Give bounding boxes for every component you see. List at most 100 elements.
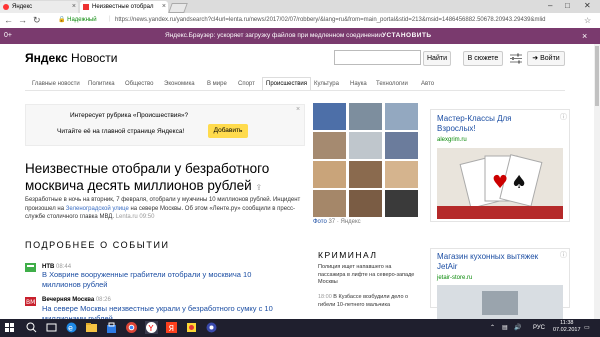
app-icon[interactable] (185, 321, 198, 334)
article-time: 09:50 (139, 214, 155, 220)
notifications-icon[interactable]: ▭ (584, 322, 590, 334)
tab-yandex[interactable]: Яндекс × (0, 1, 78, 13)
windows-start-icon[interactable] (3, 321, 16, 334)
task-view-icon[interactable] (45, 321, 58, 334)
news-photo[interactable] (349, 161, 382, 188)
promo-close-icon[interactable]: × (582, 28, 587, 44)
reload-icon[interactable]: ↻ (33, 14, 41, 27)
rubric-close-icon[interactable]: × (296, 106, 300, 113)
news-photo[interactable] (349, 103, 382, 130)
volume-icon[interactable]: 🔊 (514, 322, 521, 334)
nav-politics[interactable]: Политика (88, 80, 115, 88)
store-icon[interactable] (105, 321, 118, 334)
file-explorer-icon[interactable] (85, 321, 98, 334)
nav-culture[interactable]: Культура (314, 80, 339, 88)
yandex-browser-icon[interactable]: Y (145, 321, 158, 334)
yandex-icon[interactable]: Я (165, 321, 178, 334)
vm-logo-icon: ВМ (25, 297, 36, 306)
app-icon[interactable] (205, 321, 218, 334)
news-favicon-icon (83, 4, 89, 10)
nav-main[interactable]: Главные новости (32, 80, 80, 88)
back-arrow-icon[interactable]: ← (4, 14, 13, 27)
minimize-button[interactable]: – (548, 0, 552, 12)
nav-sport[interactable]: Спорт (238, 80, 255, 88)
news-photo[interactable] (385, 132, 418, 159)
ad-url[interactable]: jetair-store.ru (437, 275, 472, 281)
criminal-item[interactable]: Полиция ищет напавшего на пассажира в ли… (318, 264, 418, 287)
nav-auto[interactable]: Авто (421, 80, 434, 88)
news-photo[interactable] (313, 161, 346, 188)
find-button[interactable]: Найти (423, 51, 451, 66)
rubric-add-button[interactable]: Добавить (208, 124, 248, 138)
ad-title[interactable]: Мастер-Классы Для Взрослых! (437, 114, 552, 134)
news-photo[interactable] (349, 132, 382, 159)
nav-society[interactable]: Общество (125, 80, 154, 88)
criminal-heading: КРИМИНАЛ (318, 250, 378, 260)
nav-incidents[interactable]: Происшествия (262, 77, 312, 90)
tab-news[interactable]: Неизвестные отобрал × (80, 1, 168, 13)
yandex-favicon-icon (3, 4, 9, 10)
svg-text:e: e (68, 324, 73, 333)
ad-image[interactable] (437, 285, 563, 319)
rubric-title: Интересует рубрика «Происшествия»? (70, 112, 189, 119)
ad-image[interactable]: ♥ ♠ (437, 148, 563, 219)
network-icon[interactable]: ▤ (502, 322, 508, 334)
share-icon[interactable]: ⇪ (255, 183, 262, 192)
photo-collage[interactable] (313, 103, 418, 217)
search-icon[interactable] (25, 321, 38, 334)
language-indicator[interactable]: РУС (533, 322, 545, 334)
criminal-item[interactable]: 18:00 В Кузбассе возбудили дело о гибели… (318, 294, 418, 309)
news-photo[interactable] (313, 190, 346, 217)
tab-close-icon[interactable]: × (72, 1, 76, 13)
rubric-suggestion (25, 104, 305, 146)
news-photo[interactable] (385, 103, 418, 130)
maximize-button[interactable]: □ (565, 0, 570, 12)
tray-chevron-icon[interactable]: ⌃ (490, 322, 495, 334)
promo-text: Яндекс.Браузер: ускоряет загрузку файлов… (165, 32, 383, 39)
search-input[interactable] (334, 50, 421, 65)
svg-text:♥: ♥ (492, 172, 508, 193)
secure-lock-icon[interactable]: 🔒 Надежный (58, 16, 97, 25)
secure-label: Надежный (67, 17, 97, 23)
street-link[interactable]: Зеленоградской улице (66, 206, 129, 212)
news-photo[interactable] (385, 161, 418, 188)
login-label: Войти (540, 55, 560, 62)
news-photo[interactable] (349, 190, 382, 217)
clock-time: 11:38 (560, 320, 574, 326)
nav-tech[interactable]: Технологии (376, 80, 408, 88)
article-headline[interactable]: Неизвестные отобрали у безработного моск… (25, 160, 300, 196)
news-photo[interactable] (385, 190, 418, 217)
url-field[interactable]: https://news.yandex.ru/yandsearch?cl4url… (115, 16, 580, 25)
ad-info-icon[interactable]: ⓘ (560, 250, 567, 260)
url-separator: | (109, 16, 111, 22)
related-link[interactable]: В Ховрине вооруженные грабители отобрали… (42, 270, 292, 289)
logo-news: Новости (71, 51, 118, 65)
star-icon[interactable]: ☆ (584, 14, 591, 27)
settings-sliders-icon[interactable] (510, 53, 522, 64)
edge-icon[interactable]: e (65, 321, 78, 334)
promo-install-button[interactable]: УСТАНОВИТЬ (382, 28, 432, 44)
logo-yandex: Яндекс (25, 51, 68, 65)
tab-label: Неизвестные отобрал (92, 4, 154, 10)
login-button[interactable]: ➜ Войти (527, 51, 565, 66)
nav-world[interactable]: В мире (207, 80, 227, 88)
svg-text:♠: ♠ (511, 172, 527, 193)
close-window-button[interactable]: ✕ (584, 0, 591, 12)
clock[interactable]: 11:38 07.02.2017 (553, 320, 581, 334)
logo[interactable]: Яндекс Новости (25, 51, 117, 66)
chrome-icon[interactable] (125, 321, 138, 334)
related-source[interactable]: Вечерняя Москва 08:26 (42, 296, 111, 304)
article-source[interactable]: Lenta.ru (116, 214, 138, 220)
in-plot-button[interactable]: В сюжете (463, 51, 503, 66)
scrollbar-thumb[interactable] (595, 46, 599, 106)
ad-url[interactable]: alexgrim.ru (437, 137, 467, 143)
news-photo[interactable] (313, 103, 346, 130)
ad-info-icon[interactable]: ⓘ (560, 112, 567, 122)
forward-arrow-icon[interactable]: → (18, 14, 27, 27)
nav-science[interactable]: Наука (350, 80, 367, 88)
tab-close-icon[interactable]: × (162, 1, 166, 13)
nav-economy[interactable]: Экономика (164, 80, 195, 88)
photo-caption[interactable]: Фото 37 · Яндекс (313, 219, 361, 225)
news-photo[interactable] (313, 132, 346, 159)
ad-title[interactable]: Магазин кухонных вытяжек JetAir (437, 252, 552, 272)
